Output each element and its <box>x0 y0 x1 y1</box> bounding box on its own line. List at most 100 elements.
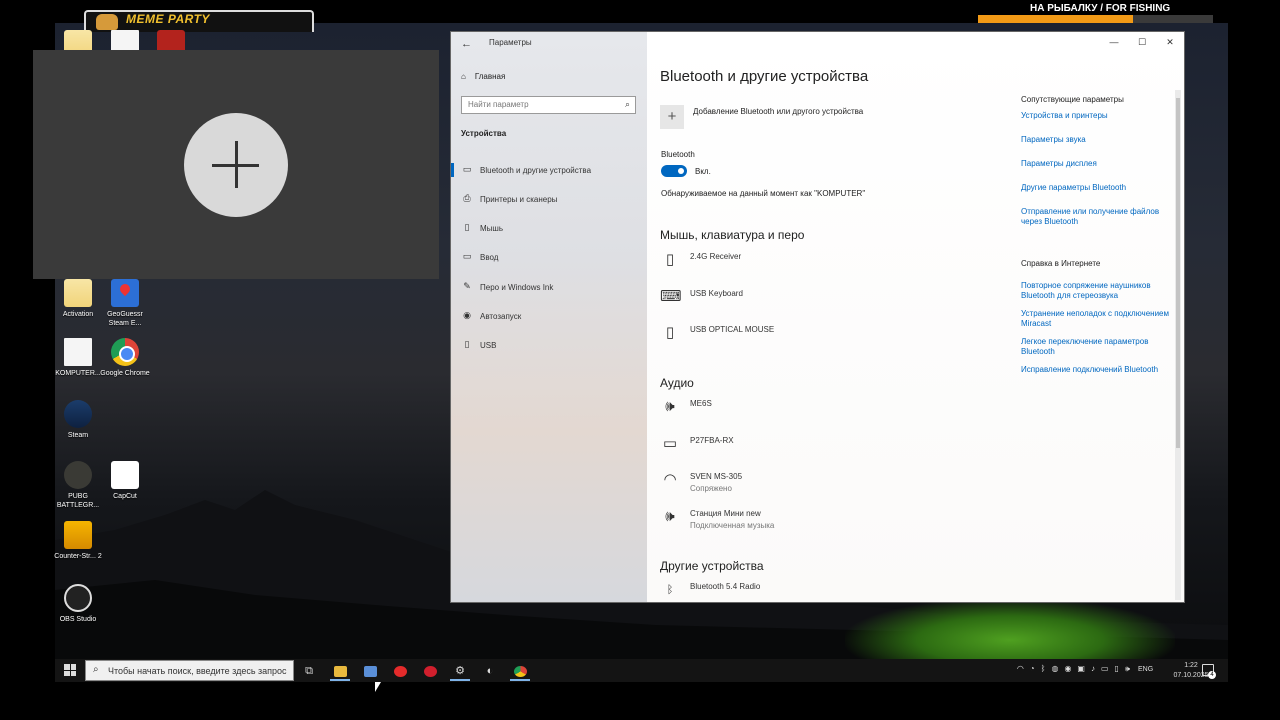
device-item[interactable]: ⌨ USB Keyboard <box>660 287 743 309</box>
settings-content: — ☐ ✕ Bluetooth и другие устройства + До… <box>647 32 1184 602</box>
desktop-icon-obs[interactable]: OBS Studio <box>50 584 106 624</box>
chrome-icon <box>111 338 139 366</box>
nav-home[interactable]: ⌂ Главная <box>461 72 505 81</box>
start-button[interactable] <box>64 664 76 676</box>
desktop-icon-counter-strike[interactable]: Counter-Str... 2 <box>50 521 106 561</box>
bluetooth-icon: ᛒ <box>666 584 674 596</box>
keyboard-icon: ⌨ <box>660 288 682 305</box>
mouse-icon: ▯ <box>665 251 675 268</box>
tray-icon-7[interactable]: ♪ <box>1091 664 1095 674</box>
dog-logo-icon <box>96 14 118 30</box>
nav-item-autoplay[interactable]: ◉ Автозапуск <box>451 306 647 326</box>
headset-icon: ◠ <box>663 471 677 488</box>
discoverable-text: Обнаруживаемое на данный момент как "KOM… <box>661 189 866 198</box>
device-name: SVEN MS-305 <box>690 472 743 481</box>
help-link[interactable]: Исправление подключений Bluetooth <box>1021 365 1171 375</box>
language-indicator[interactable]: ENG <box>1138 666 1153 673</box>
help-link[interactable]: Устранение неполадок с подключением Mira… <box>1021 309 1171 329</box>
steam-tray-icon[interactable]: ◉ <box>1064 664 1071 674</box>
device-status: Сопряжено <box>690 484 732 493</box>
help-link[interactable]: Легкое переключение параметров Bluetooth <box>1021 337 1171 357</box>
printer-icon: ⎙ <box>463 193 471 203</box>
desktop-icon-chrome[interactable]: Google Chrome <box>97 338 153 378</box>
help-link[interactable]: Повторное сопряжение наушников Bluetooth… <box>1021 281 1171 301</box>
store-icon[interactable] <box>357 661 383 681</box>
related-link[interactable]: Параметры звука <box>1021 135 1171 145</box>
network-icon[interactable]: ▭ <box>1101 664 1109 674</box>
desktop-icon-label: Steam <box>67 432 89 439</box>
scrollbar-thumb[interactable] <box>1176 98 1180 448</box>
autoplay-icon: ◉ <box>463 310 471 320</box>
nav-section-title: Устройства <box>461 129 507 138</box>
related-link[interactable]: Отправление или получение файлов через B… <box>1021 207 1171 227</box>
add-overlay-panel <box>33 50 439 279</box>
device-item[interactable]: ▯ USB OPTICAL MOUSE <box>660 323 774 345</box>
device-item[interactable]: ▯ 2.4G Receiver <box>660 250 741 272</box>
app-title: Параметры <box>489 38 532 47</box>
notification-center-icon[interactable]: 4 <box>1202 664 1216 679</box>
obs-taskbar-icon[interactable]: ◐ <box>477 661 503 681</box>
meme-party-title: MEME PARTY <box>126 12 210 26</box>
maximize-button[interactable]: ☐ <box>1128 32 1156 52</box>
taskbar: ⌕ Чтобы начать поиск, введите здесь запр… <box>55 659 1228 682</box>
back-arrow-icon[interactable]: ← <box>461 38 472 50</box>
bluetooth-toggle[interactable] <box>661 165 687 177</box>
usb-icon: ▯ <box>464 339 470 349</box>
device-item[interactable]: ᛒ Bluetooth 5.4 Radio <box>660 580 761 602</box>
meme-party-banner: MEME PARTY <box>84 10 314 32</box>
content-scrollbar[interactable] <box>1175 90 1181 600</box>
device-item[interactable]: 🕪 Станция Мини new Подключенная музыка <box>660 507 774 530</box>
settings-gear-icon[interactable]: ⚙ <box>447 661 473 681</box>
settings-sidebar: ← Параметры ⌂ Главная Найти параметр ⌕ У… <box>451 32 647 602</box>
related-link[interactable]: Другие параметры Bluetooth <box>1021 183 1171 193</box>
nav-item-usb[interactable]: ▯ USB <box>451 335 647 355</box>
bluetooth-tray-icon[interactable]: ᛒ <box>1041 664 1046 674</box>
desktop-icon-capcut[interactable]: CapCut <box>97 461 153 501</box>
file-explorer-icon[interactable] <box>327 661 353 681</box>
add-device-label: Добавление Bluetooth или другого устройс… <box>693 106 864 116</box>
headset-tray-icon[interactable]: ◠ <box>1017 664 1024 674</box>
nav-item-pen[interactable]: ✎ Перо и Windows Ink <box>451 277 647 297</box>
device-name: 2.4G Receiver <box>690 252 742 261</box>
fishing-progress-fill <box>978 15 1134 23</box>
desktop-icon-label: OBS Studio <box>59 616 97 623</box>
device-item[interactable]: ▭ P27FBA-RX <box>660 434 734 456</box>
nav-item-typing[interactable]: ▭ Ввод <box>451 247 647 267</box>
nav-item-label: Автозапуск <box>480 311 522 321</box>
chrome-taskbar-icon[interactable] <box>507 661 533 681</box>
related-link[interactable]: Устройства и принтеры <box>1021 111 1171 121</box>
tray-icon-6[interactable]: ▣ <box>1077 664 1085 674</box>
device-item[interactable]: 🕪 ME6S <box>660 397 712 419</box>
taskbar-search-input[interactable]: ⌕ Чтобы начать поиск, введите здесь запр… <box>85 660 294 681</box>
nav-item-printers[interactable]: ⎙ Принтеры и сканеры <box>451 189 647 209</box>
page-title: Bluetooth и другие устройства <box>660 68 869 85</box>
yandex-browser-icon[interactable] <box>387 661 413 681</box>
opera-icon[interactable] <box>417 661 443 681</box>
nav-item-mouse[interactable]: ▯ Мышь <box>451 218 647 238</box>
task-view-icon[interactable]: ⧉ <box>296 661 322 681</box>
home-icon: ⌂ <box>461 72 466 81</box>
device-status: Подключенная музыка <box>690 521 775 530</box>
tray-icon-2[interactable]: ◔ <box>1030 664 1035 674</box>
microphone-icon[interactable]: ▯ <box>1115 664 1119 674</box>
related-link[interactable]: Параметры дисплея <box>1021 159 1171 169</box>
desktop-icon-label: GeoGuessr Steam E... <box>107 311 143 327</box>
window-controls: — ☐ ✕ <box>1100 32 1184 52</box>
add-plus-button[interactable] <box>184 113 288 217</box>
minimize-button[interactable]: — <box>1100 32 1128 52</box>
search-icon: ⌕ <box>624 99 630 109</box>
volume-icon[interactable]: 🕪 <box>1125 664 1130 674</box>
add-device-button[interactable]: + Добавление Bluetooth или другого устро… <box>660 105 863 129</box>
device-name: ME6S <box>690 399 712 408</box>
tray-icon-4[interactable]: ◍ <box>1051 664 1058 674</box>
settings-search-input[interactable]: Найти параметр ⌕ <box>461 96 636 114</box>
nav-item-label: USB <box>480 340 497 350</box>
nav-item-bluetooth[interactable]: ▭ Bluetooth и другие устройства <box>451 160 647 180</box>
device-item[interactable]: ◠ SVEN MS-305 Сопряжено <box>660 470 742 493</box>
close-button[interactable]: ✕ <box>1156 32 1184 52</box>
desktop-icon-steam[interactable]: Steam <box>50 400 106 440</box>
desktop-icon-geoguessr[interactable]: GeoGuessr Steam E... <box>97 279 153 328</box>
search-icon: ⌕ <box>93 664 99 675</box>
screen: MEME PARTY НА РЫБАЛКУ / FOR FISHING Acti… <box>0 0 1280 720</box>
capcut-icon <box>111 461 139 489</box>
